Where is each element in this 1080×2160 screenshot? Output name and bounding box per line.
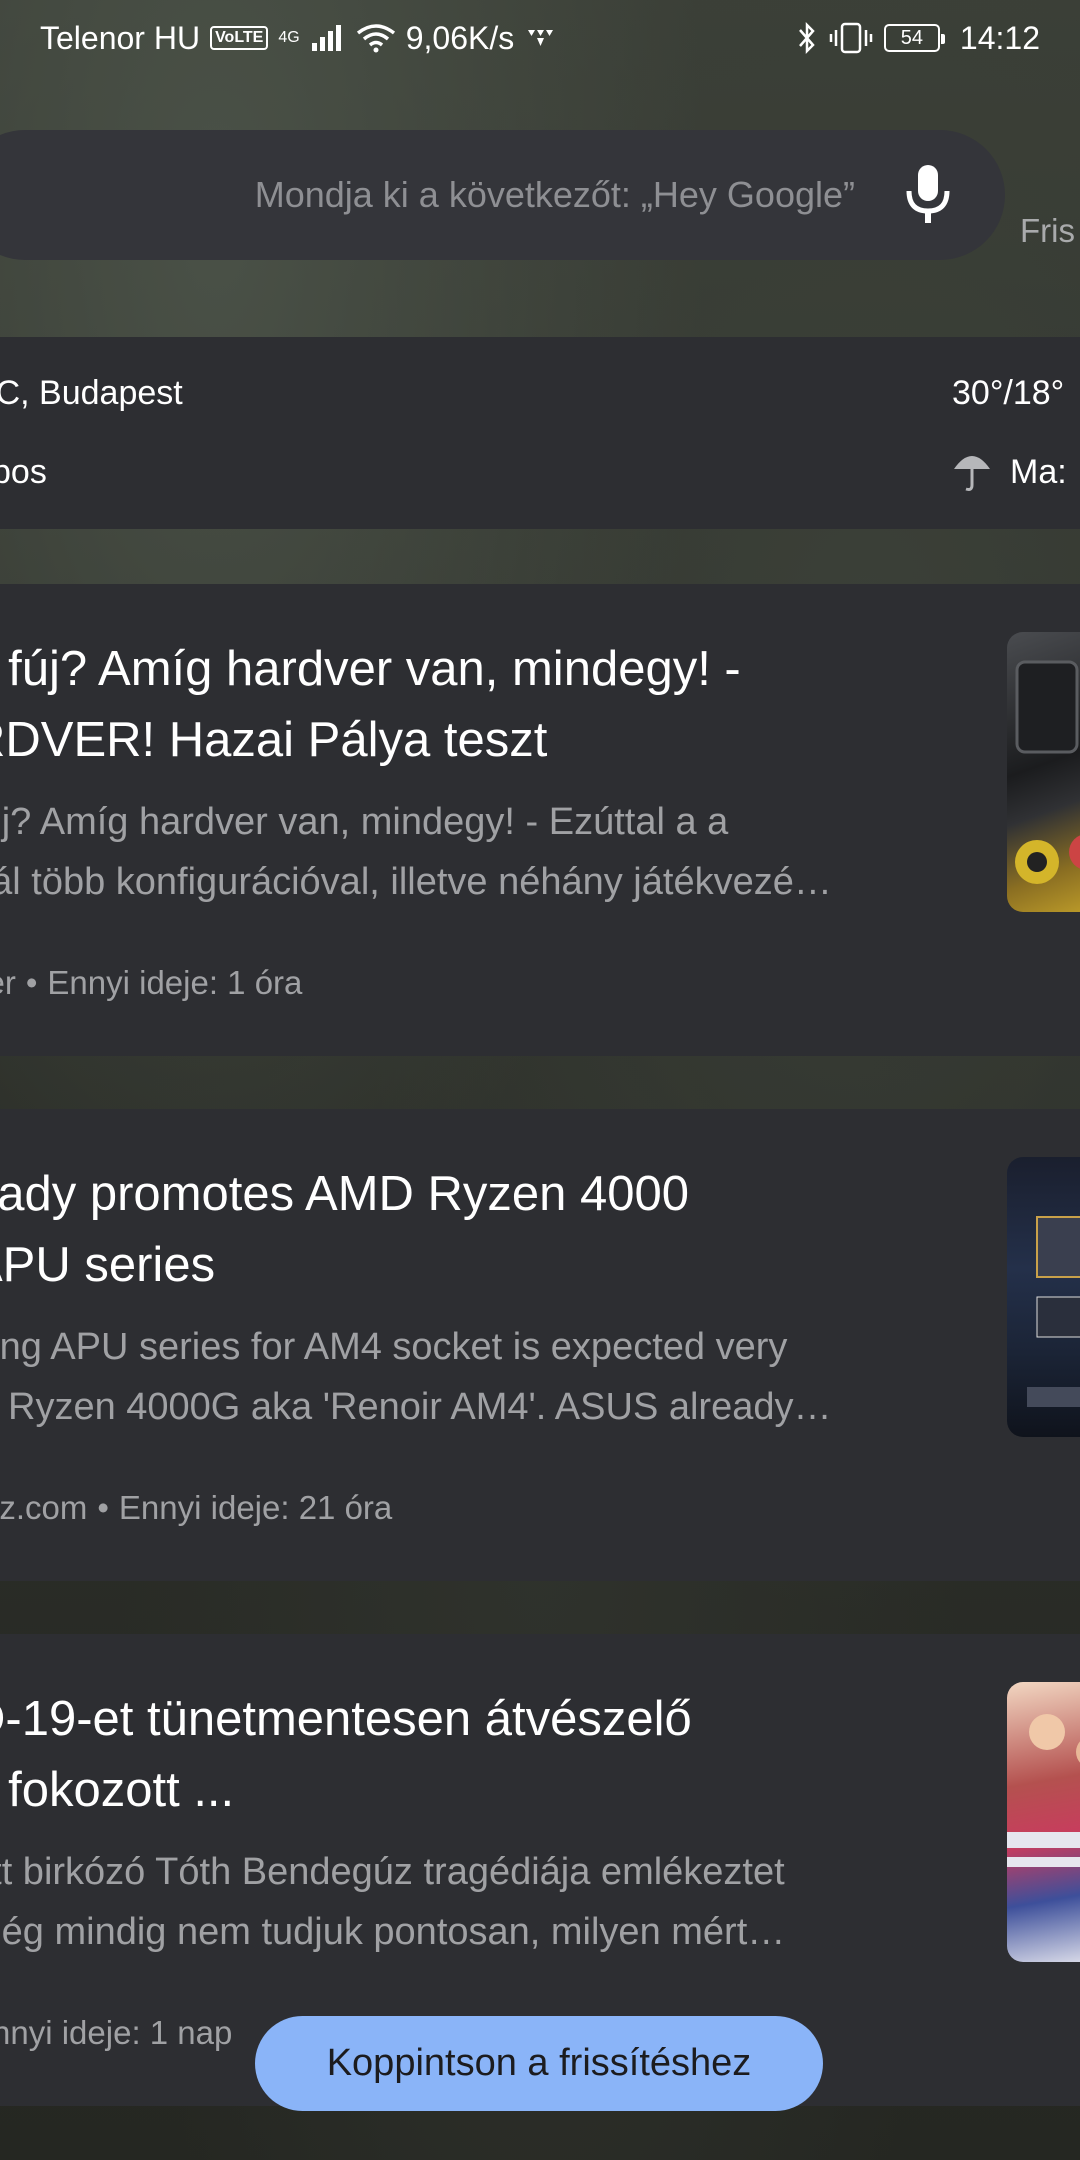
news-snippet-line: nál több konfigurációval, illetve néhány… [0,861,832,903]
weather-temperatures: 30°/18° [952,374,1065,412]
tiktok-notification-icon [528,30,554,46]
weather-today-label: Ma: [1010,453,1067,491]
refresh-button[interactable]: Koppintson a frissítéshez [255,2016,823,2111]
news-meta: ver •Ennyi ideje: 1 óra [0,964,302,1002]
network-type: 4G [278,29,300,46]
news-title[interactable]: eady promotes AMD Ryzen 4000 APU series [0,1159,850,1301]
weather-condition: pos [0,453,47,491]
news-meta: rdz.com•Ennyi ideje: 21 óra [0,1489,392,1527]
carrier-label: Telenor HU [40,19,201,56]
news-age: Ennyi ideje: 1 óra [47,964,303,1001]
news-thumbnail[interactable] [1007,1682,1080,1962]
search-placeholder[interactable]: Mondja ki a következőt: „Hey Google” [255,174,855,216]
clock: 14:12 [959,19,1040,56]
news-card[interactable]: y fúj? Amíg hardver van, mindegy! - RDVE… [0,584,1080,1056]
battery-indicator: 54 [883,24,945,52]
news-snippet-line: még mindig nem tudjuk pontosan, milyen m… [0,1911,786,1953]
battery-level: 54 [900,26,924,49]
umbrella-icon [954,456,990,491]
news-snippet-line: fúj? Amíg hardver van, mindegy! - Ezútta… [0,801,729,843]
news-meta: Ennyi ideje: 1 nap [0,2014,232,2052]
news-title-line: eady promotes AMD Ryzen 4000 [0,1167,690,1221]
network-speed: 9,06K/s [405,19,515,56]
news-snippet-line: ning APU series for AM4 socket is expect… [0,1326,788,1368]
news-snippet: ott birkózó Tóth Bendegúz tragédiája eml… [0,1842,960,1962]
news-title[interactable]: y fúj? Amíg hardver van, mindegy! - RDVE… [0,634,850,776]
news-title[interactable]: D-19-et tünetmentesen átvészelő k fokozo… [0,1684,850,1826]
weather-card[interactable]: °C, Budapest pos 30°/18° Ma: [0,337,1080,529]
bluetooth-icon [798,21,815,55]
news-title-line: RDVER! Hazai Pálya teszt [0,713,548,767]
news-source: rdz.com [0,1489,88,1526]
separator-dot: • [97,1489,109,1526]
status-right: 54 14:12 [796,20,1040,57]
vibrate-icon [829,22,873,54]
news-title-line: APU series [0,1238,216,1292]
news-title-line: k fokozott ... [0,1763,235,1817]
news-age: Ennyi ideje: 1 nap [0,2014,233,2051]
news-age: Ennyi ideje: 21 óra [118,1489,393,1526]
news-snippet: fúj? Amíg hardver van, mindegy! - Ezútta… [0,792,960,912]
amd-product-image [1027,1216,1080,1407]
signal-icon [311,25,341,51]
steering-wheel-image [1015,660,1080,884]
status-left: Telenor HU VoLTE 4G 9,06K/s [40,20,558,57]
wrestling-image [1007,1714,1080,1867]
side-shortcut-label[interactable]: Fris [1020,212,1075,250]
weather-location: °C, Budapest [0,374,183,412]
search-bar[interactable]: Mondja ki a következőt: „Hey Google” [0,130,1005,260]
news-snippet: ning APU series for AM4 socket is expect… [0,1317,960,1437]
news-thumbnail[interactable] [1007,1157,1080,1437]
volte-badge: VoLTE [210,26,269,50]
refresh-button-label: Koppintson a frissítéshez [326,2042,752,2084]
news-snippet-line: ott birkózó Tóth Bendegúz tragédiája eml… [0,1851,785,1893]
news-title-line: D-19-et tünetmentesen átvészelő [0,1692,692,1746]
news-source: ver [0,964,16,1001]
news-snippet-line: D Ryzen 4000G aka 'Renoir AM4'. ASUS alr… [0,1386,832,1428]
news-thumbnail[interactable] [1007,632,1080,912]
news-card[interactable]: eady promotes AMD Ryzen 4000 APU series … [0,1109,1080,1581]
separator-dot: • [25,964,38,1001]
wifi-icon [356,24,395,53]
microphone-icon[interactable] [903,163,953,227]
status-bar: Telenor HU VoLTE 4G 9,06K/s 54 14:12 [0,0,1080,76]
news-title-line: y fúj? Amíg hardver van, mindegy! - [0,642,741,696]
